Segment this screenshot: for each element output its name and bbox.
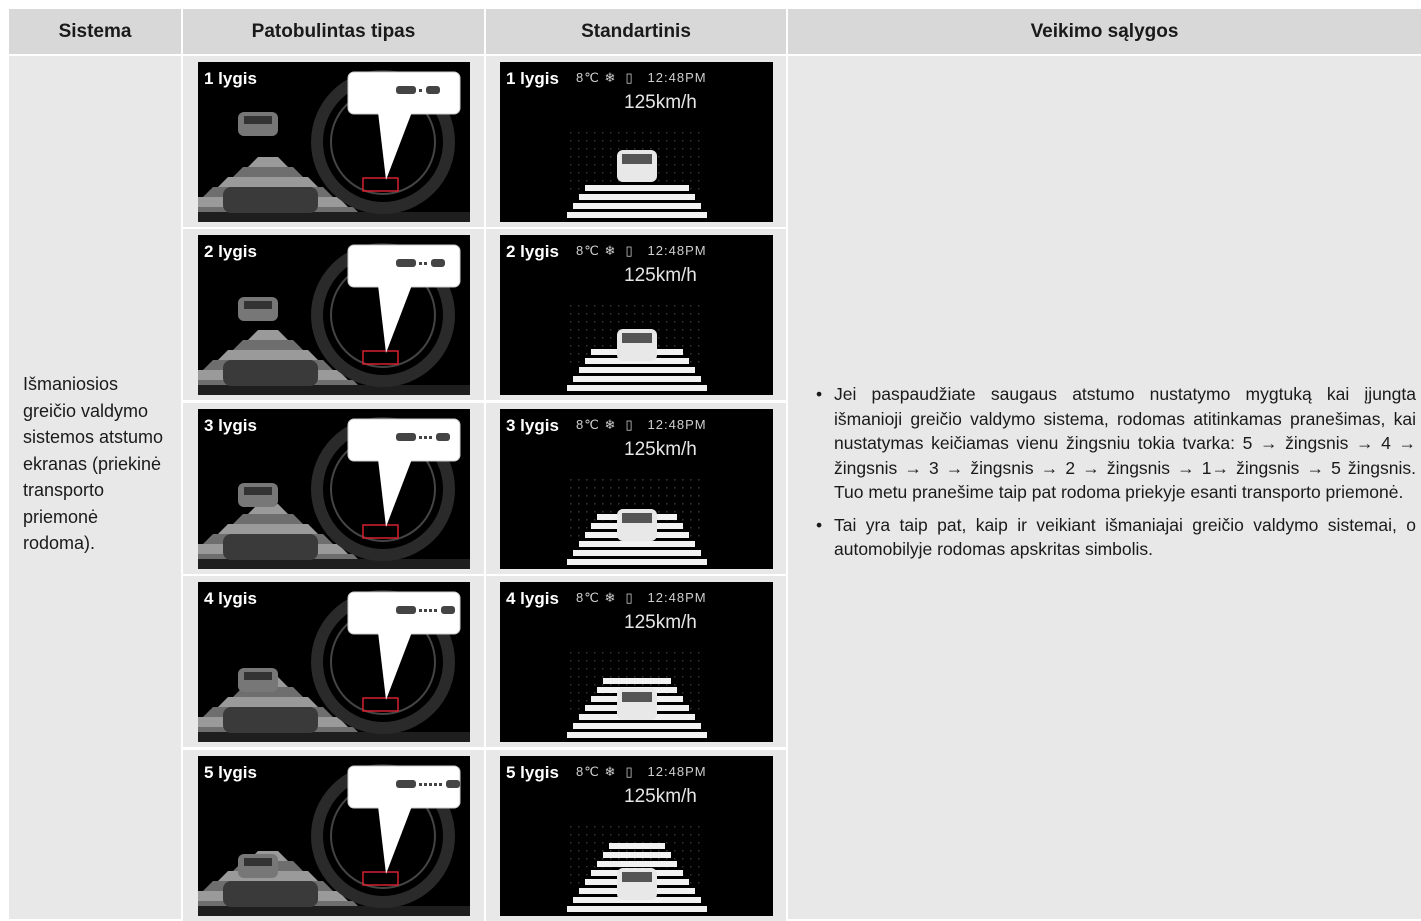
standard-display-image: 2 lygis 8℃ ❄ ▯ 12:48PM 125km/h [500,235,773,395]
header-sistema: Sistema [9,9,181,54]
level-label: 5 lygis [204,763,257,782]
status-bar: 8℃ ❄ ▯ 12:48PM [576,764,707,779]
level-label: 2 lygis [506,242,559,261]
standard-display-image: 3 lygis 8℃ ❄ ▯ 12:48PM 125km/h [500,409,773,569]
advanced-cell: 3 lygis [183,403,484,574]
standard-display-image: 1 lygis 8℃ ❄ ▯ 12:48PM 125km/h [500,62,773,222]
standard-cell: 1 lygis 8℃ ❄ ▯ 12:48PM 125km/h [486,56,786,227]
speed-readout: 125km/h [624,265,697,286]
advanced-cell: 5 lygis [183,750,484,921]
condition-item: Jei paspaudžiate saugaus atstumo nustaty… [816,382,1416,505]
level-label: 1 lygis [506,69,559,88]
speed-readout: 125km/h [624,786,697,807]
speed-readout: 125km/h [624,92,697,113]
standard-display-image: 5 lygis 8℃ ❄ ▯ 12:48PM 125km/h [500,756,773,916]
level-label: 4 lygis [204,589,257,608]
header-veikimo-salygos: Veikimo sąlygos [788,9,1421,54]
header-patobulintas-tipas: Patobulintas tipas [183,9,484,54]
status-bar: 8℃ ❄ ▯ 12:48PM [576,243,707,258]
header-standartinis: Standartinis [486,9,786,54]
level-label: 3 lygis [204,416,257,435]
speed-readout: 125km/h [624,612,697,633]
condition-item: Tai yra taip pat, kaip ir veikiant išman… [816,513,1416,562]
advanced-display-image: 3 lygis [198,409,470,569]
sistema-description: Išmaniosios greičio valdymo sistemos ats… [23,374,164,553]
status-bar: 8℃ ❄ ▯ 12:48PM [576,70,707,85]
advanced-display-image: 2 lygis [198,235,470,395]
advanced-cell: 2 lygis [183,229,484,400]
level-label: 5 lygis [506,763,559,782]
standard-cell: 4 lygis 8℃ ❄ ▯ 12:48PM 125km/h [486,576,786,747]
conditions-list: Jei paspaudžiate saugaus atstumo nustaty… [816,382,1416,570]
advanced-cell: 1 lygis [183,56,484,227]
standard-cell: 3 lygis 8℃ ❄ ▯ 12:48PM 125km/h [486,403,786,574]
standard-cell: 2 lygis 8℃ ❄ ▯ 12:48PM 125km/h [486,229,786,400]
status-bar: 8℃ ❄ ▯ 12:48PM [576,590,707,605]
level-label: 2 lygis [204,242,257,261]
status-bar: 8℃ ❄ ▯ 12:48PM [576,417,707,432]
advanced-display-image: 1 lygis [198,62,470,222]
level-label: 3 lygis [506,416,559,435]
advanced-display-image: 4 lygis [198,582,470,742]
level-label: 4 lygis [506,589,559,608]
standard-cell: 5 lygis 8℃ ❄ ▯ 12:48PM 125km/h [486,750,786,921]
advanced-cell: 4 lygis [183,576,484,747]
speed-readout: 125km/h [624,439,697,460]
standard-display-image: 4 lygis 8℃ ❄ ▯ 12:48PM 125km/h [500,582,773,742]
level-label: 1 lygis [204,69,257,88]
advanced-display-image: 5 lygis [198,756,470,916]
